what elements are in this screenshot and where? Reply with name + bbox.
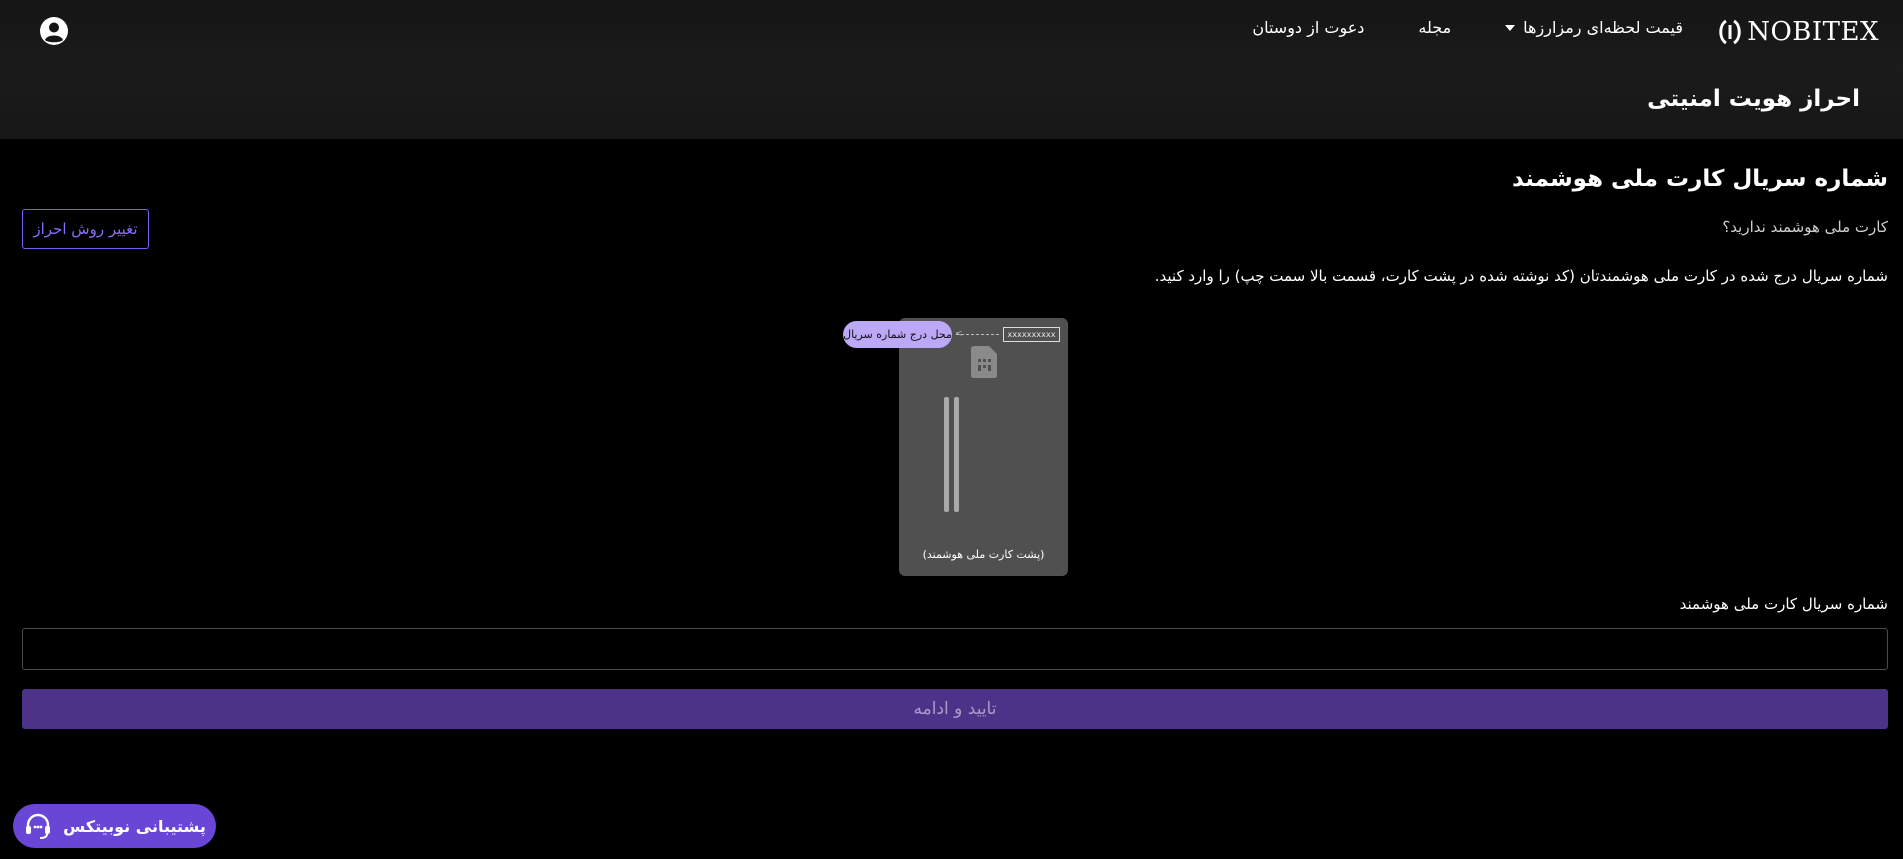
user-account-icon[interactable] xyxy=(39,16,69,46)
headset-icon xyxy=(26,813,51,839)
change-method-button[interactable]: تغییر روش احراز xyxy=(22,209,149,249)
nav-item-magazine[interactable]: مجله xyxy=(1418,18,1451,37)
instruction-text: شماره سریال درج شده در کارت ملی هوشمندتا… xyxy=(1154,267,1888,285)
confirm-continue-button[interactable]: تایید و ادامه xyxy=(22,689,1888,729)
top-navbar: NOBITEX قیمت لحظه‌ای رمزارزها مجله دعوت … xyxy=(0,0,1903,139)
nav-item-label: قیمت لحظه‌ای رمزارزها xyxy=(1523,18,1683,37)
nav-item-crypto-prices[interactable]: قیمت لحظه‌ای رمزارزها xyxy=(1505,18,1683,37)
support-button[interactable]: پشتیبانی نوبیتکس xyxy=(13,804,216,848)
brand-name: NOBITEX xyxy=(1747,17,1879,47)
section-title: شماره سریال کارت ملی هوشمند xyxy=(1511,166,1888,192)
card-stripe xyxy=(954,397,959,512)
page-title: احراز هویت امنیتی xyxy=(1647,86,1860,112)
support-label: پشتیبانی نوبیتکس xyxy=(63,816,206,836)
arrow-left-icon: < xyxy=(955,329,963,339)
serial-number-input[interactable] xyxy=(22,628,1888,670)
serial-field-label: شماره سریال کارت ملی هوشمند xyxy=(1679,595,1888,613)
national-card-back-illustration: xxxxxxxxxx < (پشت کارت ملی هوشمند) xyxy=(899,318,1068,576)
caret-down-icon xyxy=(1505,24,1516,31)
serial-location-badge: محل درج شماره سریال xyxy=(843,321,952,348)
nav-item-invite-friends[interactable]: دعوت از دوستان xyxy=(1252,18,1364,37)
sim-chip-icon xyxy=(971,346,997,378)
main-nav: قیمت لحظه‌ای رمزارزها مجله دعوت از دوستا… xyxy=(1252,18,1683,37)
nobitex-logo-icon xyxy=(1719,19,1741,45)
nav-item-label: دعوت از دوستان xyxy=(1252,18,1365,37)
nobitex-logo[interactable]: NOBITEX xyxy=(1717,14,1879,50)
no-card-text: کارت ملی هوشمند ندارید؟ xyxy=(1722,218,1888,236)
card-caption: (پشت کارت ملی هوشمند) xyxy=(922,548,1045,561)
nav-item-label: مجله xyxy=(1418,18,1452,37)
serial-number-box: xxxxxxxxxx xyxy=(1003,327,1060,342)
card-stripe xyxy=(944,397,949,512)
